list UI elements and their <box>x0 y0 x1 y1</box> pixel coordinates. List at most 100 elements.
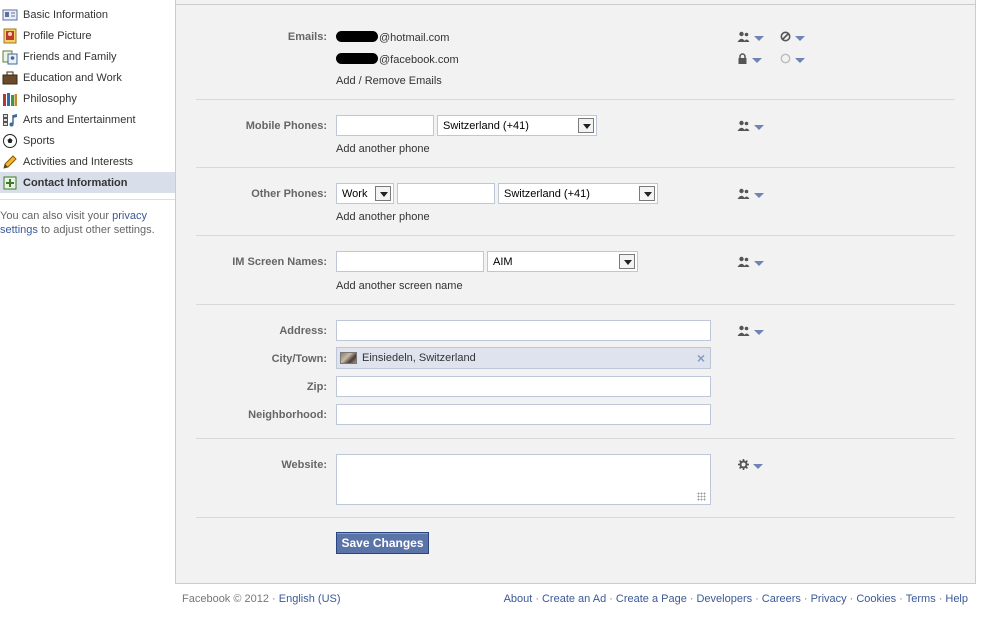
mobile-country-select[interactable]: Switzerland (+41) <box>437 115 597 136</box>
section-divider <box>196 167 955 168</box>
section-divider <box>196 235 955 236</box>
footer-link-help[interactable]: Help <box>945 593 968 605</box>
footer-link-create-ad[interactable]: Create an Ad <box>542 593 606 605</box>
panel-top-border <box>176 4 975 5</box>
chevron-down-icon <box>619 254 635 269</box>
briefcase-icon <box>2 70 18 86</box>
city-photo-thumbnail <box>340 352 357 364</box>
chevron-down-icon <box>753 463 763 469</box>
sidebar-item-philosophy[interactable]: Philosophy <box>0 88 175 109</box>
family-icon <box>2 49 18 65</box>
hidden-icon <box>780 31 791 45</box>
address-input[interactable] <box>336 320 711 341</box>
address-privacy-selector[interactable] <box>737 325 764 339</box>
website-label: Website: <box>281 459 327 471</box>
friends-icon <box>737 120 750 134</box>
sidebar-item-activities-and-interests[interactable]: Activities and Interests <box>0 151 175 172</box>
footer-link-terms[interactable]: Terms <box>906 593 936 605</box>
email-privacy-selector[interactable] <box>737 53 762 67</box>
add-screen-name-link[interactable]: Add another screen name <box>336 280 463 292</box>
sidebar-item-contact-information[interactable]: Contact Information <box>0 172 175 193</box>
other-phone-country-value: Switzerland (+41) <box>504 187 590 200</box>
id-card-icon <box>2 7 18 23</box>
other-phone-input[interactable] <box>397 183 495 204</box>
chevron-down-icon <box>754 35 764 41</box>
soccer-ball-icon <box>2 133 18 149</box>
sidebar-item-basic-information[interactable]: Basic Information <box>0 4 175 25</box>
chevron-down-icon <box>754 192 764 198</box>
footer-separator: · <box>938 593 943 605</box>
im-screen-names-label: IM Screen Names: <box>232 256 327 268</box>
footer-link-cookies[interactable]: Cookies <box>856 593 896 605</box>
footer-link-about[interactable]: About <box>504 593 533 605</box>
email-visibility-selector[interactable] <box>780 53 805 67</box>
other-phones-label: Other Phones: <box>251 188 327 200</box>
im-service-select[interactable]: AIM <box>487 251 638 272</box>
footer-separator: · <box>755 593 759 605</box>
books-icon <box>2 91 18 107</box>
neighborhood-input[interactable] <box>336 404 711 425</box>
friends-icon <box>737 188 750 202</box>
mobile-phone-input[interactable] <box>336 115 434 136</box>
website-privacy-selector[interactable] <box>738 459 763 473</box>
sidebar-note-suffix: to adjust other settings. <box>37 224 155 236</box>
im-service-value: AIM <box>493 255 513 268</box>
chevron-down-icon <box>752 57 762 63</box>
section-divider <box>196 517 955 518</box>
city-town-field[interactable]: Einsiedeln, Switzerland × <box>336 347 711 369</box>
other-phone-country-select[interactable]: Switzerland (+41) <box>498 183 658 204</box>
section-divider <box>196 438 955 439</box>
contact-card-icon <box>2 175 18 191</box>
footer-link-create-page[interactable]: Create a Page <box>616 593 687 605</box>
save-changes-button[interactable]: Save Changes <box>336 532 429 554</box>
website-textarea[interactable] <box>336 454 711 505</box>
resize-grip-icon[interactable] <box>697 492 706 501</box>
neighborhood-label: Neighborhood: <box>248 409 327 421</box>
im-privacy-selector[interactable] <box>737 256 764 270</box>
lock-icon <box>737 53 748 67</box>
zip-label: Zip: <box>306 381 327 393</box>
sidebar-item-arts-and-entertainment[interactable]: Arts and Entertainment <box>0 109 175 130</box>
sidebar-item-profile-picture[interactable]: Profile Picture <box>0 25 175 46</box>
picture-icon <box>2 28 18 44</box>
sidebar-item-friends-and-family[interactable]: Friends and Family <box>0 46 175 67</box>
sidebar-divider <box>0 199 175 200</box>
remove-city-icon[interactable]: × <box>697 350 705 366</box>
chevron-down-icon <box>578 118 594 133</box>
footer-link-privacy[interactable]: Privacy <box>811 593 847 605</box>
footer-link-careers[interactable]: Careers <box>762 593 801 605</box>
other-phone-type-value: Work <box>342 187 368 200</box>
other-phone-type-select[interactable]: Work <box>336 183 394 204</box>
footer-language-link[interactable]: English (US) <box>279 593 341 605</box>
sidebar-item-label: Friends and Family <box>23 50 117 63</box>
email-visibility-selector[interactable] <box>780 31 805 45</box>
chevron-down-icon <box>795 57 805 63</box>
sidebar-item-label: Education and Work <box>23 71 122 84</box>
add-remove-emails-link[interactable]: Add / Remove Emails <box>336 75 442 87</box>
city-town-label: City/Town: <box>271 353 327 365</box>
contact-info-panel: Emails: @hotmail.com @facebook.com Add /… <box>175 0 976 584</box>
other-phones-privacy-selector[interactable] <box>737 188 764 202</box>
add-other-phone-link[interactable]: Add another phone <box>336 211 430 223</box>
mobile-privacy-selector[interactable] <box>737 120 764 134</box>
im-screen-name-input[interactable] <box>336 251 484 272</box>
friends-icon <box>737 325 750 339</box>
sidebar-item-label: Contact Information <box>23 176 128 189</box>
chevron-down-icon <box>639 186 655 201</box>
sidebar-item-education-and-work[interactable]: Education and Work <box>0 67 175 88</box>
zip-input[interactable] <box>336 376 711 397</box>
sidebar-item-label: Profile Picture <box>23 29 92 42</box>
add-mobile-phone-link[interactable]: Add another phone <box>336 143 430 155</box>
footer-separator: · <box>899 593 903 605</box>
sidebar-item-sports[interactable]: Sports <box>0 130 175 151</box>
gear-icon <box>738 459 749 473</box>
friends-icon <box>737 31 750 45</box>
sidebar-item-label: Activities and Interests <box>23 155 134 168</box>
email-domain: @facebook.com <box>379 54 459 66</box>
email-privacy-selector[interactable] <box>737 31 764 45</box>
footer-separator: · <box>849 593 854 605</box>
footer-separator: · <box>803 593 808 605</box>
chevron-down-icon <box>754 260 764 266</box>
footer-link-developers[interactable]: Developers <box>696 593 752 605</box>
sidebar-item-label: Philosophy <box>23 92 77 105</box>
